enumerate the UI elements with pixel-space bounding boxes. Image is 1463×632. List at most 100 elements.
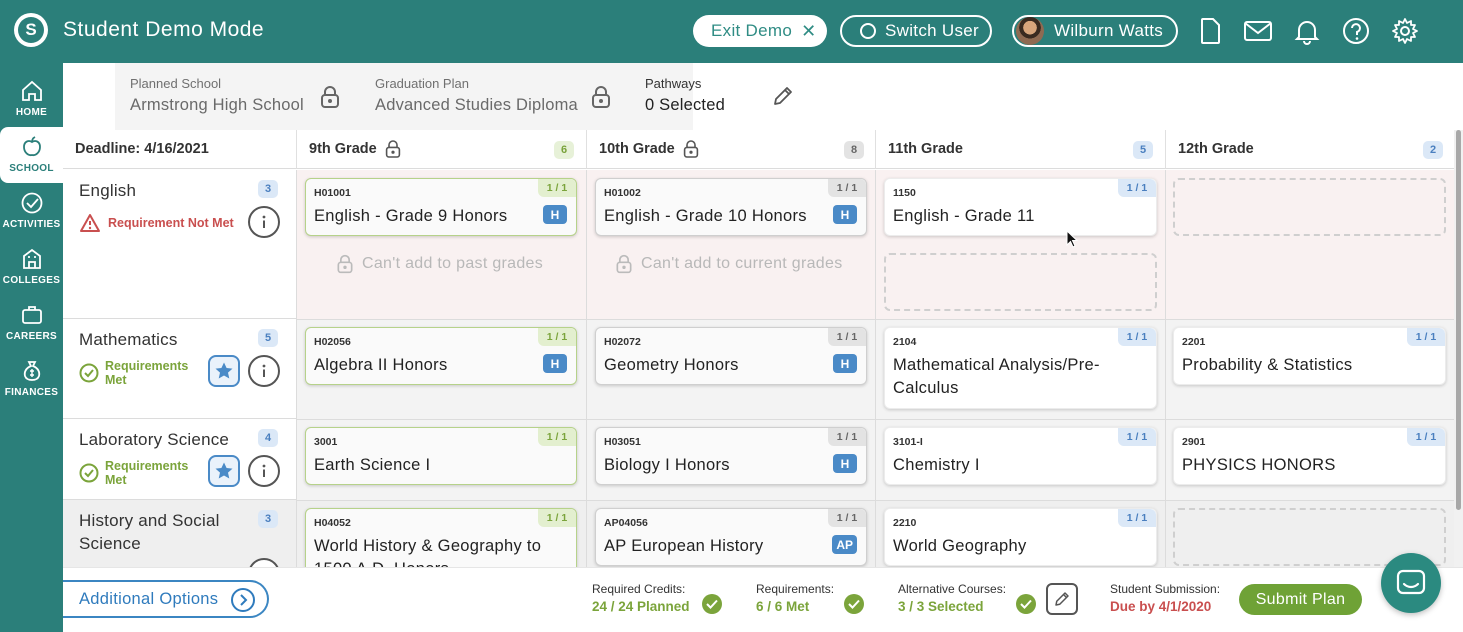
- submit-plan-button[interactable]: Submit Plan: [1239, 584, 1362, 615]
- cant-add-current-message: Can't add to current grades: [615, 254, 843, 274]
- switch-user-button[interactable]: Switch User: [840, 15, 992, 47]
- credit-badge: 1 / 1: [1118, 428, 1156, 446]
- course-card[interactable]: 3101-I Chemistry I 1 / 1: [884, 427, 1157, 485]
- additional-options-button[interactable]: Additional Options: [63, 580, 269, 618]
- subject-cell-english: English 3 Requirement Not Met: [63, 170, 297, 319]
- course-card[interactable]: H02056 Algebra II Honors 1 / 1 H: [305, 327, 577, 385]
- course-code: 2210: [893, 517, 917, 529]
- info-button[interactable]: [248, 355, 280, 387]
- favorite-button[interactable]: [208, 455, 240, 487]
- subject-name: English: [79, 181, 137, 200]
- logo-s-icon: S: [18, 17, 44, 43]
- bell-icon[interactable]: [1292, 16, 1322, 46]
- course-name: World Geography: [893, 537, 1027, 555]
- stat-value: 6 / 6 Met: [756, 599, 810, 614]
- lock-icon: [321, 86, 339, 108]
- nav-careers[interactable]: CAREERS: [0, 295, 63, 351]
- credit-badge: 1 / 1: [1118, 328, 1156, 346]
- credit-badge: 1 / 1: [828, 428, 866, 446]
- warning-icon: [80, 214, 100, 232]
- alternative-courses-stat: Alternative Courses: 3 / 3 Selected: [898, 582, 1006, 614]
- money-bag-icon: [23, 361, 40, 381]
- cant-add-text: Can't add to past grades: [362, 255, 544, 272]
- nav-label: HOME: [15, 107, 48, 118]
- lock-icon: [337, 254, 353, 274]
- requirement-status-text: Requirements Met: [105, 459, 189, 487]
- info-button[interactable]: [248, 206, 280, 238]
- course-card[interactable]: AP04056 AP European History 1 / 1 AP: [595, 508, 867, 566]
- course-card[interactable]: H01002 English - Grade 10 Honors 1 / 1 H: [595, 178, 867, 236]
- info-icon: [262, 464, 266, 477]
- subject-count-badge: 5: [258, 329, 278, 347]
- credit-badge: 1 / 1: [1118, 509, 1156, 527]
- course-card[interactable]: 1150 English - Grade 11 1 / 1: [884, 178, 1157, 236]
- column-header-12th: 12th Grade 2: [1166, 130, 1455, 169]
- course-code: H01001: [314, 187, 351, 199]
- column-count-badge: 8: [844, 141, 864, 159]
- course-plan-grid: Deadline: 4/16/2021 9th Grade 6 10th Gra…: [63, 130, 1455, 567]
- course-name: World History & Geography to 1500 A.D. H…: [314, 537, 542, 567]
- honors-tag: H: [833, 354, 857, 373]
- app-logo[interactable]: S: [14, 13, 48, 47]
- course-card[interactable]: 2210 World Geography 1 / 1: [884, 508, 1157, 566]
- college-icon: [22, 248, 41, 269]
- course-card[interactable]: 3001 Earth Science I 1 / 1: [305, 427, 577, 485]
- nav-label: COLLEGES: [2, 275, 61, 286]
- help-icon[interactable]: [1341, 16, 1371, 46]
- avatar: [1016, 17, 1044, 45]
- nav-home[interactable]: HOME: [0, 71, 63, 127]
- lock-icon: [616, 254, 632, 274]
- credit-badge: 1 / 1: [538, 179, 576, 197]
- course-code: 2901: [1182, 436, 1206, 448]
- column-label: 11th Grade: [888, 141, 963, 157]
- requirements-stat: Requirements: 6 / 6 Met: [756, 582, 834, 614]
- grid-scrollbar[interactable]: [1454, 130, 1463, 567]
- favorite-button[interactable]: [208, 355, 240, 387]
- course-card[interactable]: H03051 Biology I Honors 1 / 1 H: [595, 427, 867, 485]
- scrollbar-thumb[interactable]: [1456, 130, 1461, 510]
- nav-finances[interactable]: FINANCES: [0, 351, 63, 407]
- course-name: PHYSICS HONORS: [1182, 456, 1336, 474]
- course-card[interactable]: 2201 Probability & Statistics 1 / 1: [1173, 327, 1446, 385]
- lock-icon: [683, 140, 698, 158]
- course-card[interactable]: H02072 Geometry Honors 1 / 1 H: [595, 327, 867, 385]
- user-menu-button[interactable]: Wilburn Watts: [1012, 15, 1178, 47]
- document-icon[interactable]: [1195, 16, 1225, 46]
- credit-badge: 1 / 1: [1118, 179, 1156, 197]
- credit-badge: 1 / 1: [538, 428, 576, 446]
- side-navigation: HOME SCHOOL ACTIVITIES COLLEGES CAREERS …: [0, 63, 63, 632]
- apple-icon: [22, 136, 41, 157]
- app-title: Student Demo Mode: [63, 18, 265, 41]
- course-card[interactable]: H01001 English - Grade 9 Honors 1 / 1 H: [305, 178, 577, 236]
- nav-activities[interactable]: ACTIVITIES: [0, 183, 63, 239]
- honors-tag: H: [543, 205, 567, 224]
- top-header: S Student Demo Mode Exit Demo ✕ Switch U…: [0, 0, 1463, 63]
- honors-tag: H: [543, 354, 567, 373]
- exit-demo-button[interactable]: Exit Demo ✕: [693, 15, 827, 47]
- empty-course-slot[interactable]: [884, 253, 1157, 311]
- nav-school[interactable]: SCHOOL: [0, 127, 63, 183]
- chat-launcher-button[interactable]: [1381, 553, 1441, 613]
- column-divider: [1165, 170, 1166, 567]
- column-count-badge: 6: [554, 141, 574, 159]
- course-card[interactable]: 2104 Mathematical Analysis/Pre-Calculus …: [884, 327, 1157, 409]
- nav-colleges[interactable]: COLLEGES: [0, 239, 63, 295]
- gear-icon[interactable]: [1390, 16, 1420, 46]
- course-card[interactable]: 2901 PHYSICS HONORS 1 / 1: [1173, 427, 1446, 485]
- subject-count-badge: 4: [258, 429, 278, 447]
- info-button[interactable]: [248, 455, 280, 487]
- empty-course-slot[interactable]: [1173, 178, 1446, 236]
- requirement-status: Requirement Not Met: [79, 213, 234, 233]
- course-card[interactable]: H04052 World History & Geography to 1500…: [305, 508, 577, 567]
- stat-label: Alternative Courses:: [898, 582, 1007, 596]
- planned-school: Planned School Armstrong High School: [130, 76, 304, 115]
- subject-cell-mathematics: Mathematics 5 Requirements Met: [63, 319, 297, 419]
- mail-icon[interactable]: [1243, 16, 1273, 46]
- info-button[interactable]: [248, 558, 280, 567]
- stat-label: Required Credits:: [592, 582, 686, 596]
- credit-badge: 1 / 1: [1407, 328, 1445, 346]
- pencil-icon[interactable]: [771, 84, 795, 108]
- honors-tag: H: [833, 454, 857, 473]
- edit-alternatives-button[interactable]: [1046, 583, 1078, 615]
- student-submission-stat: Student Submission: Due by 4/1/2020: [1110, 582, 1220, 614]
